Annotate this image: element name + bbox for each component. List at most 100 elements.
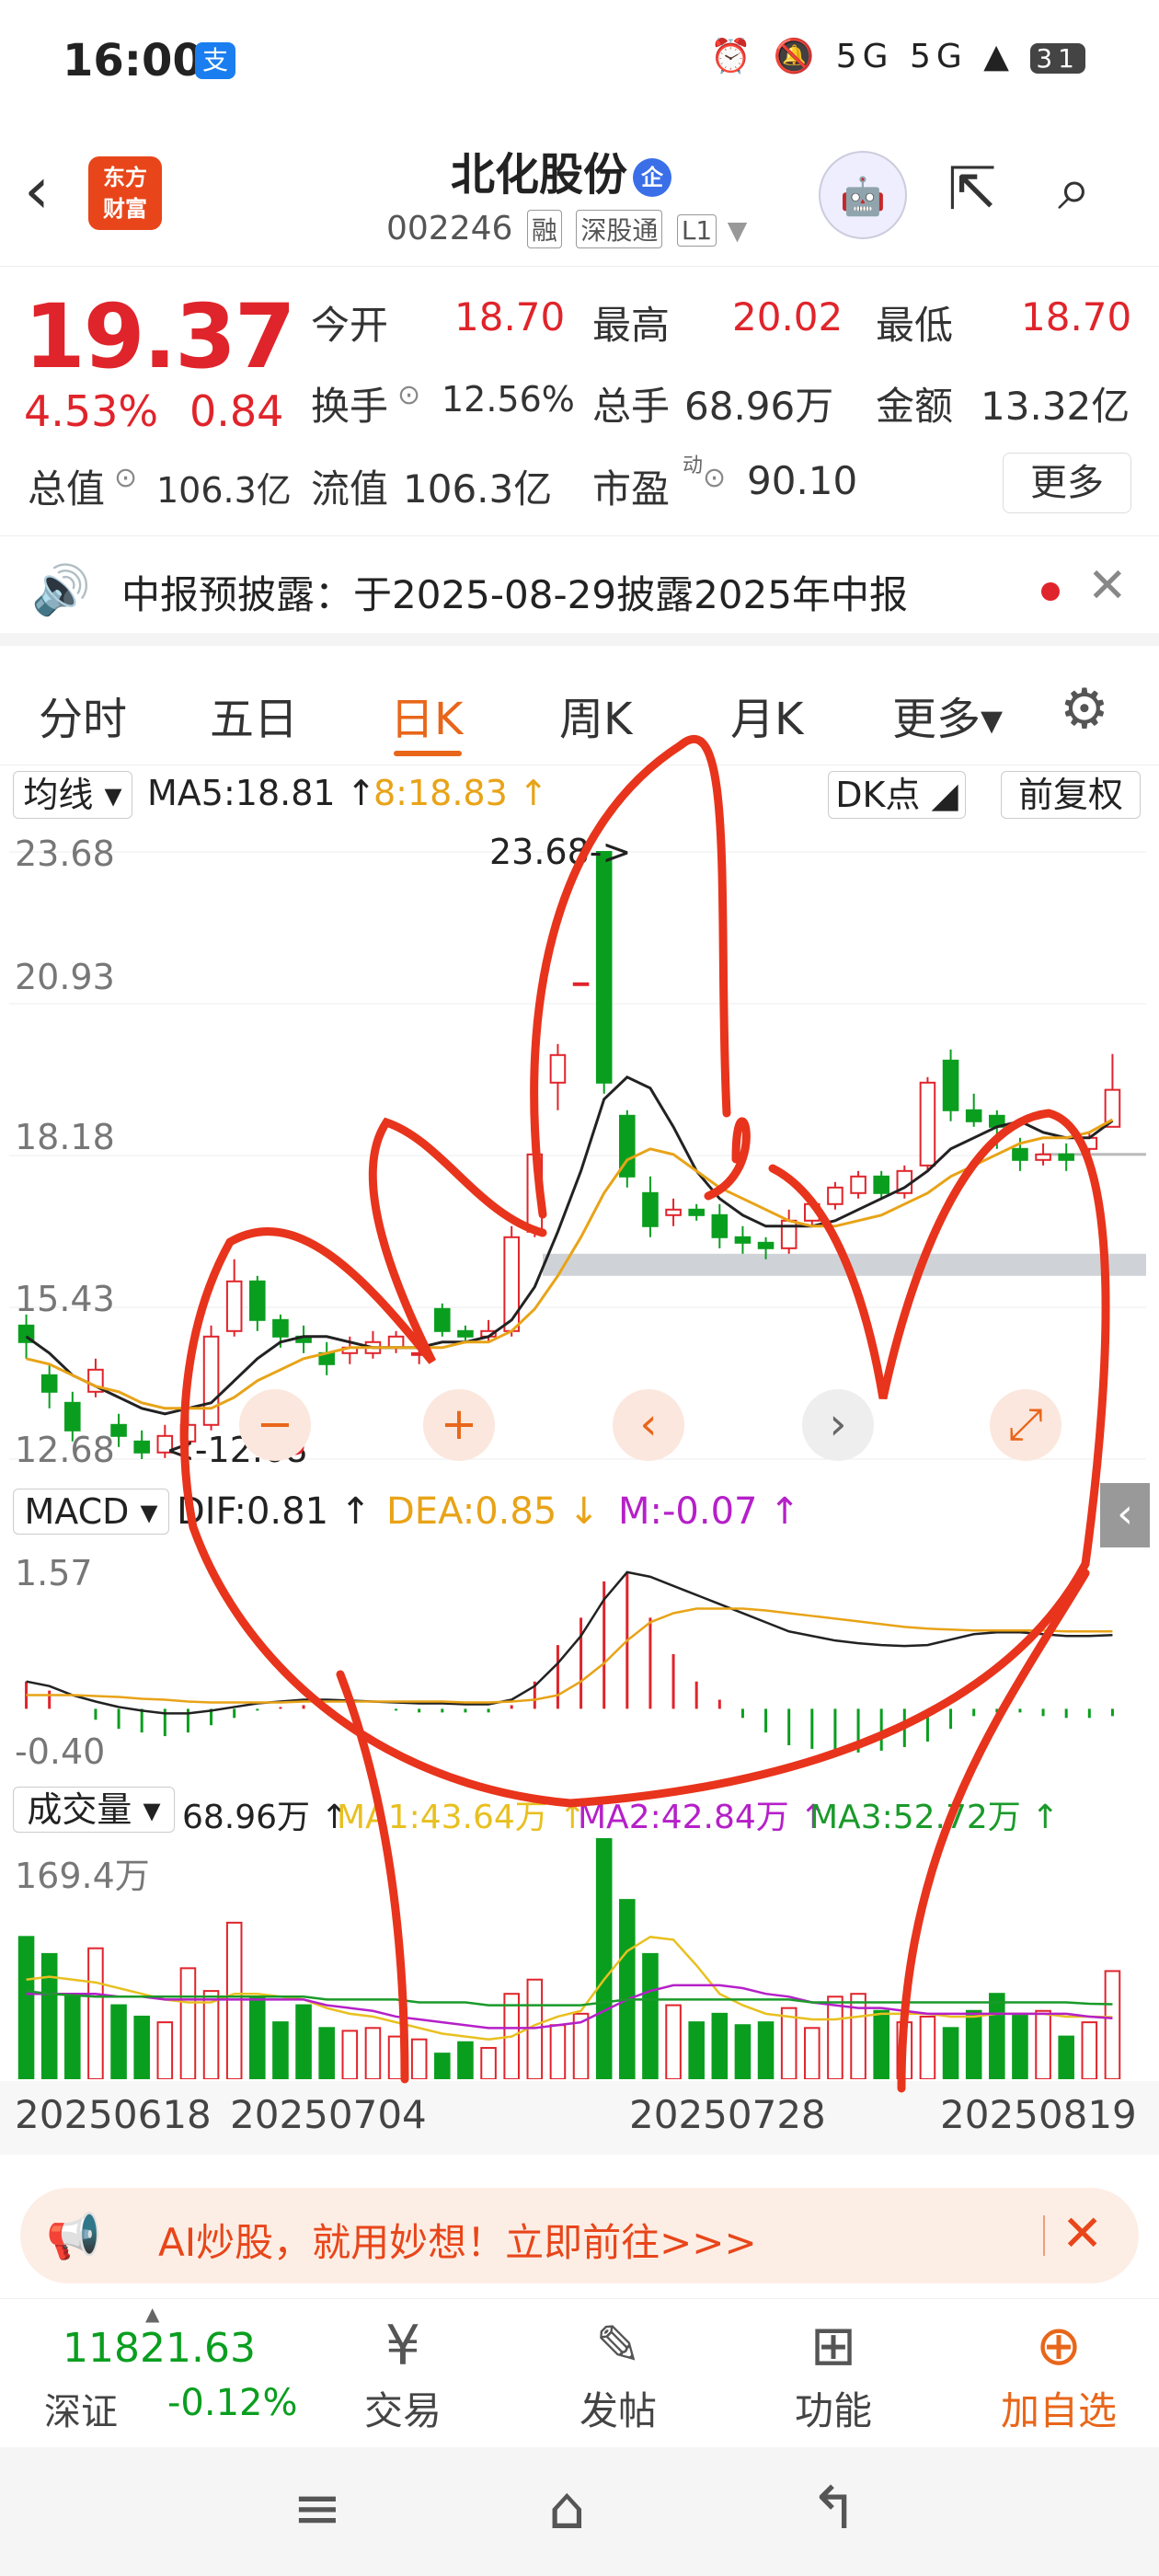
- macd-chart[interactable]: 1.57 -0.40: [9, 1538, 1146, 1777]
- index-name: 深证: [44, 2391, 118, 2433]
- volume-row: 成交量 ▾ 68.96万 ↑ MA1:43.64万 ↑ MA2:42.84万 ↑…: [0, 1781, 1159, 1836]
- dk-point-button[interactable]: DK点 ◢: [828, 771, 966, 819]
- candle-body: [40, 1374, 58, 1393]
- index-widget[interactable]: ▲ 11821.63 深证 -0.12%: [28, 2303, 322, 2441]
- add-watchlist-button[interactable]: ⊕ 加自选: [981, 2312, 1137, 2436]
- status-bar: 16:00 支 ⏰ 🔕 5G 5G ▲ 31: [0, 0, 1159, 129]
- y-tick-2: 20.93: [15, 957, 115, 997]
- high-label: 最高: [592, 303, 671, 348]
- trade-button[interactable]: ¥ 交易: [348, 2312, 458, 2436]
- volume-bar: [202, 1990, 220, 2079]
- volume-bar: [989, 1993, 1005, 2079]
- chevron-left-icon[interactable]: ‹: [613, 1389, 684, 1461]
- mktcap-label: 总值: [28, 466, 106, 512]
- volume-bar: [225, 1921, 243, 2079]
- tab-weekly-k[interactable]: 周K: [559, 683, 632, 747]
- chevron-right-icon[interactable]: ›: [802, 1389, 874, 1461]
- candle-body: [572, 982, 590, 986]
- low-value: 18.70: [1021, 294, 1132, 339]
- volume-bar: [1012, 2012, 1028, 2079]
- menu-icon[interactable]: ≡: [293, 2475, 342, 2543]
- notice-bar[interactable]: 🔊 中报预披露：于2025-08-29披露2025年中报 ✕: [0, 535, 1159, 646]
- zoom-in-icon[interactable]: +: [423, 1389, 495, 1461]
- stock-code-row[interactable]: 002246 融 深股通 L1 ▼: [386, 210, 747, 248]
- tab-5day[interactable]: 五日: [210, 683, 298, 747]
- macd-selector[interactable]: MACD ▾: [13, 1489, 169, 1535]
- ma-selector[interactable]: 均线 ▾: [13, 771, 132, 819]
- margin-tag: 融: [526, 210, 562, 248]
- candle-body: [688, 1208, 705, 1216]
- pe-label: 市盈: [592, 466, 671, 512]
- trade-label: 交易: [363, 2388, 442, 2433]
- volume-bar: [619, 1899, 636, 2079]
- more-button[interactable]: 更多: [1003, 453, 1131, 513]
- volume-bar: [873, 2009, 889, 2079]
- ma8-value: 8:18.83 ↑: [373, 773, 548, 813]
- candle-body: [387, 1335, 405, 1349]
- tab-more[interactable]: 更多▾: [892, 683, 1003, 747]
- volume-bar: [804, 2027, 820, 2079]
- candle-body: [503, 1236, 520, 1332]
- close-icon[interactable]: ✕: [1061, 2204, 1103, 2262]
- volume-bar: [827, 1995, 843, 2079]
- ai-banner[interactable]: 📢 AI炒股，就用妙想！立即前往>>> ✕: [20, 2188, 1139, 2283]
- candle-body: [64, 1401, 81, 1432]
- connect-tag: 深股通: [576, 210, 663, 248]
- gear-icon[interactable]: ⚙: [1060, 677, 1109, 742]
- volume-bar: [434, 2053, 451, 2079]
- adjust-button[interactable]: 前复权: [1001, 771, 1141, 819]
- tab-monthly-k[interactable]: 月K: [730, 683, 803, 747]
- info-icon[interactable]: ⊙: [703, 462, 726, 494]
- search-icon[interactable]: ⌕: [1058, 160, 1091, 219]
- volume-bar: [133, 2015, 150, 2079]
- volume-y-top: 169.4万: [15, 1856, 150, 1896]
- volume-bar: [457, 2041, 474, 2079]
- change-percent: 4.53%: [24, 386, 159, 436]
- kline-svg: [9, 851, 1146, 1460]
- edit-icon: ✎: [594, 2314, 642, 2378]
- volume-bar: [711, 2012, 729, 2079]
- megaphone-icon: 📢: [46, 2211, 101, 2262]
- quote-panel: 19.37 4.53% 0.84 今开 18.70 最高 20.02 最低 18…: [0, 269, 1159, 535]
- float-value: 106.3亿: [403, 466, 553, 512]
- notice-text[interactable]: 中报预披露：于2025-08-29披露2025年中报: [121, 564, 908, 620]
- ai-assistant-icon[interactable]: 🤖: [819, 151, 907, 239]
- tab-daily-k[interactable]: 日K: [390, 683, 463, 747]
- enterprise-badge-icon: 企: [633, 158, 672, 197]
- volume-bar: [387, 2035, 405, 2079]
- candle-body: [850, 1175, 866, 1194]
- zoom-out-icon[interactable]: −: [239, 1389, 311, 1461]
- tab-intraday[interactable]: 分时: [39, 683, 127, 747]
- candle-body: [757, 1241, 775, 1249]
- candle-body: [711, 1213, 729, 1238]
- info-icon[interactable]: ⊙: [114, 462, 137, 494]
- back-arrow-icon[interactable]: ‹: [24, 158, 50, 223]
- info-icon[interactable]: ⊙: [397, 379, 420, 411]
- expand-icon[interactable]: ⤢: [990, 1389, 1061, 1461]
- share-icon[interactable]: ⇱: [947, 160, 997, 219]
- volume-selector[interactable]: 成交量 ▾: [13, 1787, 175, 1833]
- float-label: 流值: [311, 466, 389, 512]
- post-button[interactable]: ✎ 发帖: [563, 2312, 673, 2436]
- stock-code: 002246: [386, 210, 513, 247]
- back-icon[interactable]: ↰: [809, 2475, 859, 2543]
- y-tick-4: 15.43: [15, 1279, 115, 1319]
- home-icon[interactable]: ⌂: [548, 2475, 586, 2543]
- volume-bar: [665, 2004, 682, 2079]
- volume-svg: [17, 1838, 1121, 2079]
- kline-chart[interactable]: 23.68 20.93 18.18 15.43 12.68 23.68-> <-…: [9, 824, 1146, 1487]
- volume-chart[interactable]: 169.4万: [9, 1838, 1146, 2079]
- ai-banner-text[interactable]: AI炒股，就用妙想！立即前往>>>: [158, 2212, 757, 2268]
- turnover-label: 换手: [311, 384, 389, 429]
- current-price: 19.37: [24, 285, 296, 388]
- close-icon[interactable]: ✕: [1087, 558, 1128, 614]
- volume-bar: [17, 1936, 35, 2079]
- dea-line: [26, 1607, 1113, 1704]
- volume-label: 总手: [592, 384, 671, 429]
- volume-bar: [341, 2030, 359, 2079]
- price-zone-band: [543, 1253, 1146, 1276]
- volume-bar: [40, 1952, 58, 2079]
- volume-bar: [110, 2004, 127, 2079]
- function-button[interactable]: ⊞ 功能: [778, 2312, 889, 2436]
- eastmoney-logo[interactable]: 东方 财富: [88, 156, 162, 230]
